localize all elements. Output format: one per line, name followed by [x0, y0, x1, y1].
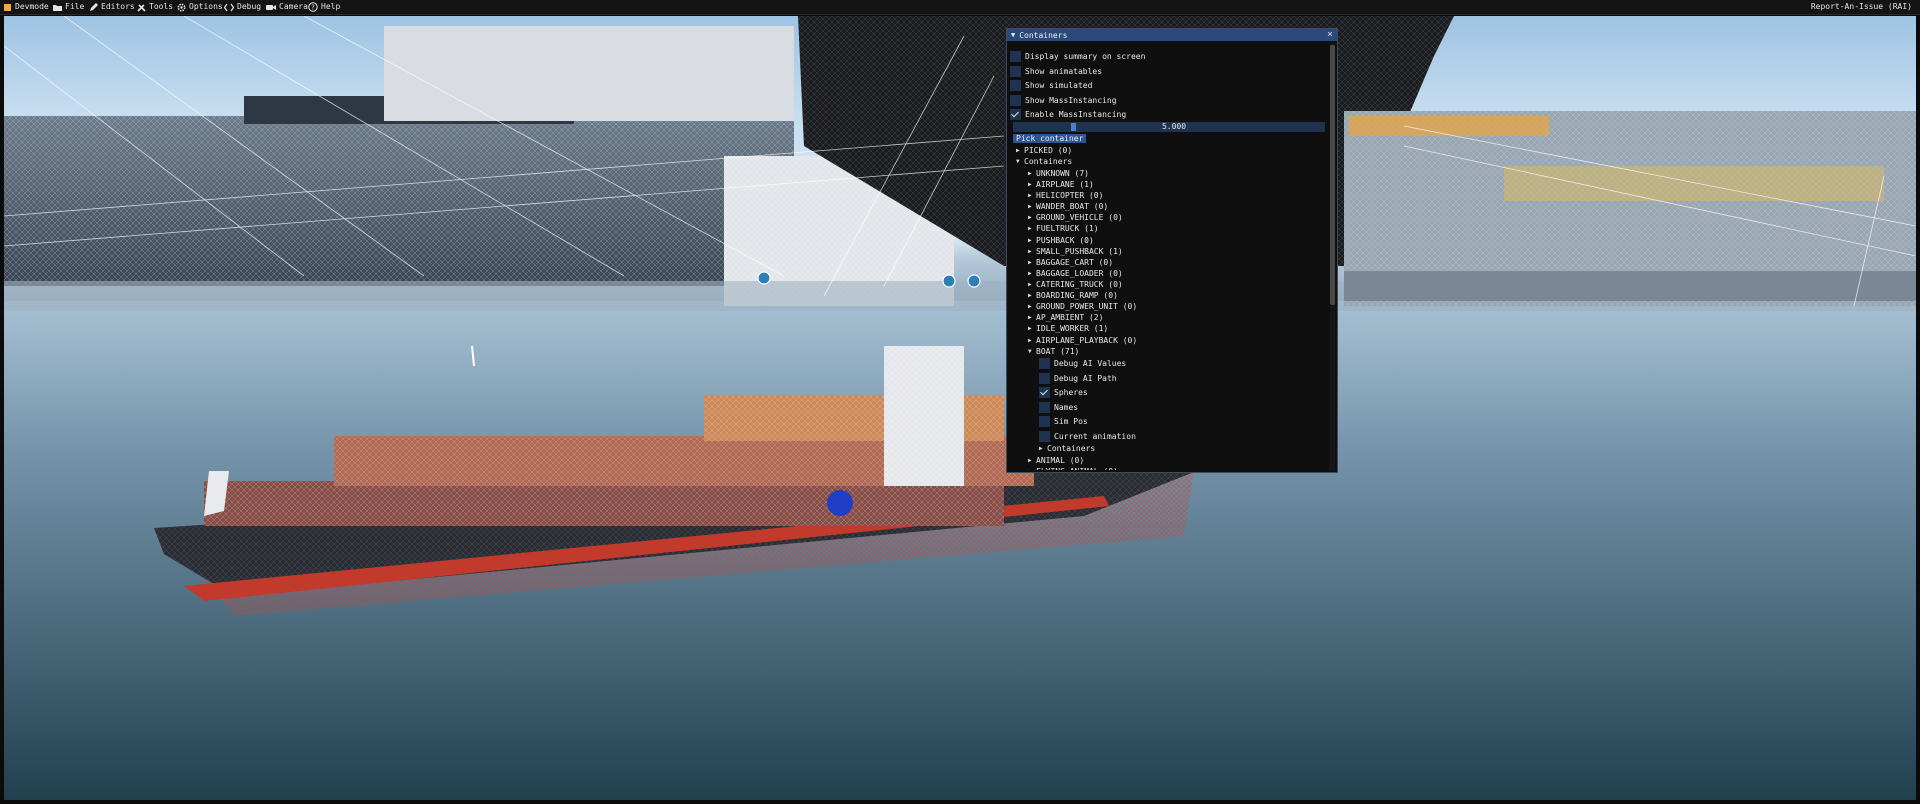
- menu-debug[interactable]: Debug: [224, 0, 261, 14]
- svg-text:?: ?: [311, 4, 315, 12]
- checkbox[interactable]: [1039, 372, 1050, 384]
- checkbox[interactable]: [1039, 415, 1050, 427]
- collapse-arrow-icon: ▼: [1016, 157, 1020, 165]
- menu-devmode[interactable]: Devmode: [3, 0, 49, 14]
- close-icon[interactable]: ×: [1327, 29, 1333, 41]
- option-show-massinstancing[interactable]: Show MassInstancing: [1010, 94, 1117, 106]
- expand-arrow-icon: ▶: [1016, 146, 1020, 154]
- pencil-icon: [90, 2, 98, 11]
- distance-slider[interactable]: 5.000: [1013, 122, 1325, 132]
- right-terminal: [1344, 111, 1916, 306]
- menu-options[interactable]: Options: [177, 0, 223, 14]
- expand-arrow-icon: ▶: [1028, 468, 1036, 471]
- option-show-simulated[interactable]: Show simulated: [1010, 79, 1092, 91]
- expand-arrow-icon: ▶: [1028, 280, 1032, 288]
- collapse-arrow-icon: ▼: [1028, 347, 1032, 355]
- checkbox-checked[interactable]: [1010, 108, 1021, 120]
- window-scrollbar[interactable]: [1330, 43, 1335, 471]
- gear-icon: [177, 2, 186, 12]
- expand-arrow-icon: ▶: [1039, 444, 1043, 452]
- tree-node-containers[interactable]: ▼ Containers: [1016, 155, 1072, 167]
- checkbox[interactable]: [1039, 357, 1050, 369]
- tree-node-boat-containers[interactable]: ▶ Containers: [1039, 442, 1095, 454]
- expand-arrow-icon: ▶: [1028, 180, 1032, 188]
- option-enable-massinstancing[interactable]: Enable MassInstancing: [1010, 108, 1126, 120]
- scrollbar-thumb[interactable]: [1330, 45, 1335, 305]
- checkbox[interactable]: [1010, 65, 1021, 77]
- expand-arrow-icon: ▶: [1028, 313, 1032, 321]
- checkbox[interactable]: [1010, 79, 1021, 91]
- window-title: Containers: [1019, 30, 1068, 40]
- menu-tools[interactable]: Tools: [137, 0, 173, 14]
- expand-arrow-icon: ▶: [1028, 247, 1032, 255]
- option-display-summary[interactable]: Display summary on screen: [1010, 50, 1145, 62]
- code-icon: [224, 3, 234, 11]
- expand-arrow-icon: ▶: [1028, 456, 1032, 464]
- checkbox[interactable]: [1010, 94, 1021, 106]
- expand-arrow-icon: ▶: [1028, 269, 1032, 277]
- boat-option[interactable]: Debug AI Values: [1039, 357, 1126, 369]
- checkbox-checked[interactable]: [1039, 386, 1050, 398]
- collapse-icon[interactable]: ▼: [1011, 31, 1015, 39]
- boat-option[interactable]: Names: [1039, 401, 1078, 413]
- containers-window[interactable]: ▼ Containers × Display summary on screen…: [1006, 28, 1338, 473]
- boat-option[interactable]: Sim Pos: [1039, 415, 1088, 427]
- folder-icon: [53, 4, 62, 11]
- boat-option[interactable]: Debug AI Path: [1039, 372, 1117, 384]
- expand-arrow-icon: ▶: [1028, 302, 1032, 310]
- expand-arrow-icon: ▶: [1028, 258, 1032, 266]
- expand-arrow-icon: ▶: [1028, 169, 1032, 177]
- tools-icon: [137, 3, 146, 12]
- expand-arrow-icon: ▶: [1028, 324, 1032, 332]
- menu-help[interactable]: ? Help: [308, 0, 340, 14]
- option-show-animatables[interactable]: Show animatables: [1010, 65, 1102, 77]
- window-body: Display summary on screen Show animatabl…: [1010, 41, 1325, 470]
- sphere-marker: [827, 490, 853, 516]
- tree-node[interactable]: ▶FLYING_ANIMAL (0): [1028, 465, 1118, 471]
- expand-arrow-icon: ▶: [1028, 336, 1032, 344]
- boat-option[interactable]: Current animation: [1039, 430, 1136, 442]
- boat-option[interactable]: Spheres: [1039, 386, 1088, 398]
- tree-node[interactable]: ▶ FUELTRUCK (1): [1028, 222, 1099, 234]
- report-issue-link[interactable]: Report-An-Issue (RAI): [1811, 0, 1912, 14]
- expand-arrow-icon: ▶: [1028, 236, 1032, 244]
- expand-arrow-icon: ▶: [1028, 224, 1032, 232]
- pick-container-button[interactable]: Pick container: [1013, 134, 1087, 143]
- scene-render: [4, 16, 1916, 800]
- checkbox[interactable]: [1039, 430, 1050, 442]
- expand-arrow-icon: ▶: [1028, 291, 1032, 299]
- 3d-viewport[interactable]: [4, 16, 1916, 800]
- checkbox[interactable]: [1039, 401, 1050, 413]
- tree-node[interactable]: ▶ IDLE_WORKER (1): [1028, 322, 1108, 334]
- menu-bar: Devmode File Editors Tools Options Debug…: [0, 0, 1920, 15]
- expand-arrow-icon: ▶: [1028, 191, 1032, 199]
- devmode-icon: [4, 3, 11, 11]
- window-titlebar[interactable]: ▼ Containers ×: [1007, 29, 1337, 41]
- expand-arrow-icon: ▶: [1028, 202, 1032, 210]
- menu-camera[interactable]: Camera: [266, 0, 308, 14]
- menu-editors[interactable]: Editors: [89, 0, 135, 14]
- camera-icon: [266, 4, 276, 10]
- checkbox[interactable]: [1010, 50, 1021, 62]
- help-icon: ?: [308, 2, 318, 12]
- menu-file[interactable]: File: [53, 0, 84, 14]
- expand-arrow-icon: ▶: [1028, 213, 1032, 221]
- tree-node-boat[interactable]: ▼ BOAT (71): [1028, 345, 1079, 357]
